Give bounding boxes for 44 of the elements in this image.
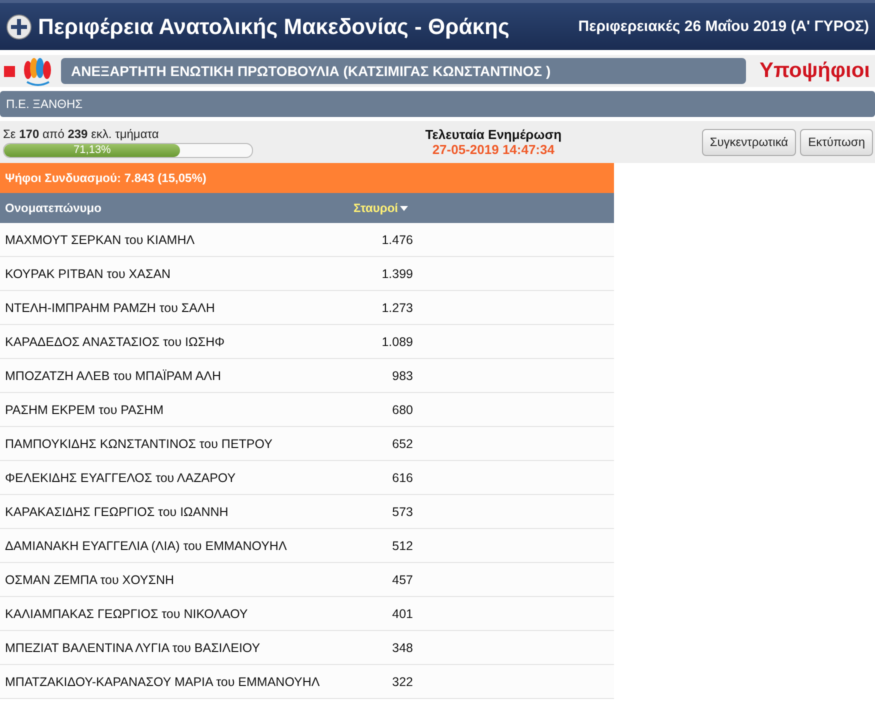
region-title: Περιφέρεια Ανατολικής Μακεδονίας - Θράκης <box>38 14 510 40</box>
candidate-name: ΚΑΛΙΑΜΠΑΚΑΣ ΓΕΩΡΓΙΟΣ του ΝΙΚΟΛΑΟΥ <box>4 606 249 620</box>
counted-stations-text: Σε 170 από 239 εκλ. τμήματα <box>3 126 160 140</box>
candidate-votes: 512 <box>391 538 413 552</box>
candidate-name: ΜΠΑΤΖΑΚΙΔΟΥ-ΚΑΡΑΝΑΣΟΥ ΜΑΡΙΑ του ΕΜΜΑΝΟΥΗΛ <box>4 674 321 688</box>
progress-reading: 71,13% <box>72 144 112 156</box>
candidate-name: ΠΑΜΠΟΥΚΙΔΗΣ ΚΩΝΣΤΑΝΤΙΝΟΣ του ΠΕΤΡΟΥ <box>4 436 274 450</box>
candidate-votes: 652 <box>391 436 413 450</box>
candidate-votes: 1.399 <box>380 266 413 280</box>
candidate-votes: 680 <box>391 402 413 416</box>
update-label: Τελευταία Ενημέρωση <box>425 127 562 142</box>
toolbar-button[interactable]: Εκτύπωση <box>800 128 873 156</box>
candidate-name: ΟΣΜΑΝ ΖΕΜΠΑ του ΧΟΥΣΝΗ <box>4 572 176 586</box>
candidate-name: ΔΑΜΙΑΝΑΚΗ ΕΥΑΓΓΕΛΙΑ (ΛΙΑ) του ΕΜΜΑΝΟΥΗΛ <box>4 538 288 552</box>
candidate-name: ΜΠΕΖΙΑΤ ΒΑΛΕΝΤΙΝΑ ΛΥΓΙΑ του ΒΑΣΙΛΕΙΟΥ <box>4 640 262 654</box>
candidate-name: ΚΑΡΑΔΕΔΟΣ ΑΝΑΣΤΑΣΙΟΣ του ΙΩΣΗΦ <box>4 334 226 348</box>
candidate-votes: 573 <box>391 504 413 518</box>
section-title: Υποψήφιοι <box>758 59 871 83</box>
candidate-votes: 616 <box>391 470 413 484</box>
column-header[interactable]: Σταυροί <box>345 201 408 215</box>
election-title: Περιφερειακές 26 Μαΐου 2019 (Α' ΓΥΡΟΣ) <box>578 18 869 35</box>
party-name-bar: ΑΝΕΞΑΡΤΗΤΗ ΕΝΩΤΙΚΗ ΠΡΩΤΟΒΟΥΛΙΑ (ΚΑΤΣΙΜΙΓΑΣ ΚΩΝΣΤΑΝΤΙΝΟΣ ) <box>61 58 746 84</box>
party-votes-bar: Ψήφοι Συνδυασμού: 7.843 (15,05%) <box>0 163 614 193</box>
candidate-name: ΚΟΥΡΑΚ ΡΙΤΒΑΝ του ΧΑΣΑΝ <box>4 266 172 280</box>
emblem-icon <box>6 14 32 40</box>
candidate-name: ΜΠΟΖΑΤΖΗ ΑΛΕΒ του ΜΠΑΪΡΑΜ ΑΛΗ <box>4 368 222 382</box>
candidate-votes: 983 <box>391 368 413 382</box>
column-header[interactable]: Ονοματεπώνυμο <box>0 201 345 215</box>
candidate-name: ΦΕΛΕΚΙΔΗΣ ΕΥΑΓΓΕΛΟΣ του ΛΑΖΑΡΟΥ <box>4 470 237 484</box>
update-time: 27-05-2019 14:47:34 <box>432 142 554 157</box>
candidate-name: ΚΑΡΑΚΑΣΙΔΗΣ ΓΕΩΡΓΙΟΣ του ΙΩΑΝΝΗ <box>4 504 230 518</box>
candidate-name: ΡΑΣΗΜ ΕΚΡΕΜ του ΡΑΣΗΜ <box>4 402 165 416</box>
toolbar-button[interactable]: Συγκεντρωτικά <box>702 128 796 156</box>
candidate-votes: 348 <box>391 640 413 654</box>
candidate-votes: 457 <box>391 572 413 586</box>
candidate-votes: 1.273 <box>380 300 413 314</box>
candidate-votes: 401 <box>391 606 413 620</box>
candidate-votes: 322 <box>391 674 413 688</box>
candidate-votes: 1.476 <box>380 232 413 246</box>
candidate-name: ΜΑΧΜΟΥΤ ΣΕΡΚΑΝ του ΚΙΑΜΗΛ <box>4 232 196 246</box>
candidate-name: ΝΤΕΛΗ-ΙΜΠΡΑΗΜ ΡΑΜΖΗ του ΣΑΛΗ <box>4 300 216 314</box>
sort-caret-icon <box>400 206 408 210</box>
region-bar: Π.Ε. ΞΑΝΘΗΣ <box>0 91 875 117</box>
candidate-votes: 1.089 <box>380 334 413 348</box>
